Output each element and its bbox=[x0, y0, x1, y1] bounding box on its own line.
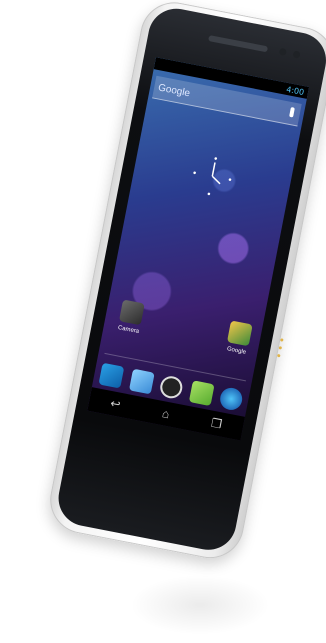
camera-app-icon bbox=[118, 299, 145, 326]
apps-drawer-icon bbox=[158, 374, 185, 401]
earpiece-speaker bbox=[208, 35, 269, 53]
search-label: Google bbox=[157, 81, 192, 99]
phone-reflection bbox=[130, 575, 270, 635]
phone-front: 4:00 Google Camera Google ↩ ⌂ ❐ bbox=[53, 3, 326, 555]
charging-pins bbox=[276, 338, 284, 362]
google-folder-icon bbox=[226, 320, 253, 347]
proximity-sensor bbox=[278, 47, 287, 56]
phone-body: 4:00 Google Camera Google ↩ ⌂ ❐ bbox=[44, 0, 326, 565]
home-icon: ⌂ bbox=[160, 406, 171, 422]
phone-icon bbox=[98, 362, 125, 389]
browser-icon bbox=[218, 386, 245, 412]
camera-label: Camera bbox=[117, 325, 140, 336]
google-label: Google bbox=[226, 346, 247, 356]
phone-screen: 4:00 Google Camera Google ↩ ⌂ ❐ bbox=[87, 57, 310, 441]
messaging-icon bbox=[188, 380, 215, 406]
recents-icon: ❐ bbox=[209, 415, 224, 432]
mic-icon bbox=[289, 106, 295, 118]
front-camera bbox=[292, 50, 301, 59]
status-time: 4:00 bbox=[285, 84, 305, 97]
analog-clock-icon bbox=[193, 157, 232, 196]
contacts-icon bbox=[128, 368, 155, 395]
back-icon: ↩ bbox=[109, 396, 122, 412]
